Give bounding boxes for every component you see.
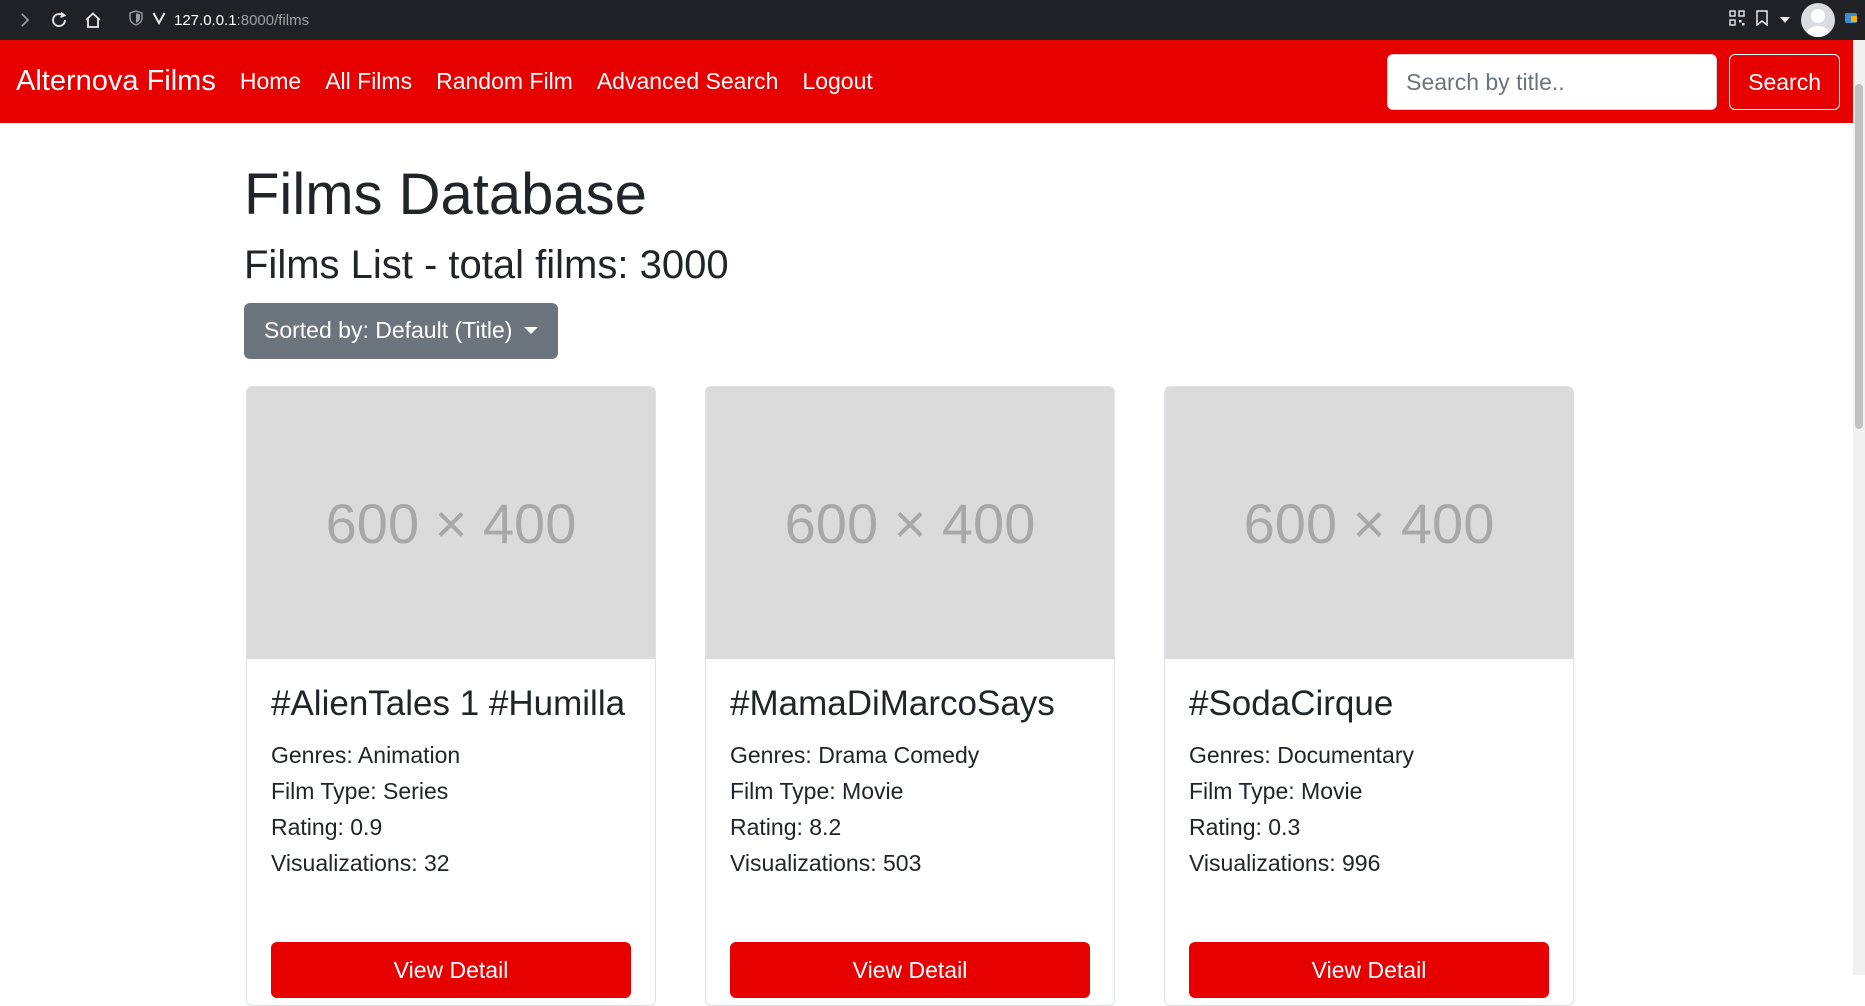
main-content: Films Database Films List - total films:…	[244, 123, 1574, 359]
search-form: Search	[1387, 54, 1840, 110]
page-scrollbar[interactable]	[1853, 40, 1865, 975]
film-card: 600 × 400 #MamaDiMarcoSays Genres: Drama…	[705, 386, 1115, 1006]
film-genres: Genres: Documentary	[1189, 742, 1414, 768]
film-visualizations: Visualizations: 996	[1189, 850, 1381, 876]
view-detail-button[interactable]: View Detail	[271, 942, 631, 998]
nav-link-advanced-search[interactable]: Advanced Search	[597, 68, 779, 95]
nav-link-home[interactable]: Home	[240, 68, 301, 95]
address-bar[interactable]: 127.0.0.1:8000/films	[128, 4, 1688, 36]
bookmark-icon[interactable]	[1755, 9, 1769, 31]
vivaldi-icon	[152, 11, 166, 30]
url-text: 127.0.0.1:8000/films	[174, 12, 309, 29]
scrollbar-thumb[interactable]	[1855, 84, 1863, 429]
nav-link-all-films[interactable]: All Films	[325, 68, 412, 95]
film-card: 600 × 400 #AlienTales 1 #Humilla Genres:…	[246, 386, 656, 1006]
search-button[interactable]: Search	[1729, 54, 1840, 110]
reload-icon[interactable]	[42, 5, 76, 35]
shield-icon	[128, 9, 144, 31]
film-type: Film Type: Movie	[1189, 778, 1363, 804]
forward-icon[interactable]	[8, 5, 42, 35]
film-image-placeholder: 600 × 400	[706, 387, 1114, 659]
film-image-placeholder: 600 × 400	[1165, 387, 1573, 659]
film-type: Film Type: Movie	[730, 778, 904, 804]
view-detail-button[interactable]: View Detail	[1189, 942, 1549, 998]
sort-dropdown-button[interactable]: Sorted by: Default (Title)	[244, 302, 559, 359]
home-icon[interactable]	[76, 5, 110, 35]
film-type: Film Type: Series	[271, 778, 449, 804]
sort-label: Sorted by: Default (Title)	[264, 317, 513, 344]
chevron-down-icon[interactable]	[1779, 11, 1791, 29]
film-visualizations: Visualizations: 32	[271, 850, 450, 876]
profile-avatar[interactable]	[1801, 3, 1835, 37]
film-rating: Rating: 8.2	[730, 814, 842, 840]
url-path: :8000/films	[236, 11, 310, 29]
nav-link-logout[interactable]: Logout	[802, 68, 872, 95]
film-rating: Rating: 0.9	[271, 814, 383, 840]
view-detail-button[interactable]: View Detail	[730, 942, 1090, 998]
film-title: #AlienTales 1 #Humilla	[271, 684, 626, 723]
page-title: Films Database	[244, 162, 647, 227]
film-title: #MamaDiMarcoSays	[730, 684, 1055, 723]
films-count-heading: Films List - total films: 3000	[244, 242, 729, 287]
film-image-placeholder: 600 × 400	[247, 387, 655, 659]
film-title: #SodaCirque	[1189, 684, 1394, 723]
nav-link-random-film[interactable]: Random Film	[436, 68, 573, 95]
extension-icon[interactable]	[1845, 10, 1857, 31]
search-input[interactable]	[1387, 54, 1718, 110]
film-card: 600 × 400 #SodaCirque Genres: Documentar…	[1164, 386, 1574, 1006]
nav-links: Home All Films Random Film Advanced Sear…	[240, 68, 873, 95]
site-navbar: Alternova Films Home All Films Random Fi…	[0, 40, 1853, 123]
qr-code-icon[interactable]	[1729, 9, 1745, 31]
caret-down-icon	[524, 327, 539, 335]
film-genres: Genres: Drama Comedy	[730, 742, 980, 768]
film-visualizations: Visualizations: 503	[730, 850, 922, 876]
film-cards-grid: 600 × 400 #AlienTales 1 #Humilla Genres:…	[246, 386, 1574, 1006]
film-genres: Genres: Animation	[271, 742, 461, 768]
browser-toolbar: 127.0.0.1:8000/films	[0, 0, 1865, 40]
film-rating: Rating: 0.3	[1189, 814, 1301, 840]
url-host: 127.0.0.1	[174, 11, 237, 29]
brand-logo[interactable]: Alternova Films	[16, 65, 216, 98]
